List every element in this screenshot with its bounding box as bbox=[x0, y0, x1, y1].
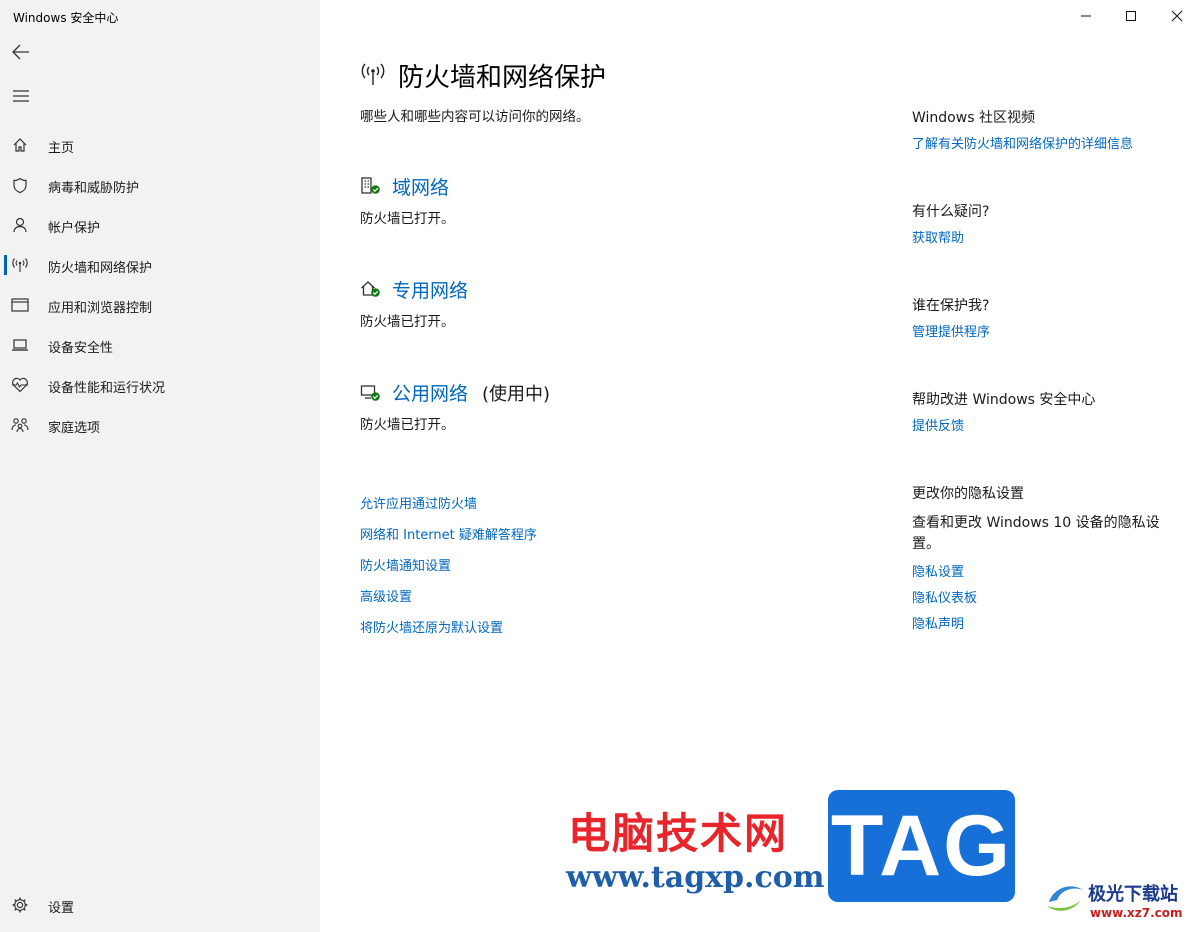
community-heading: Windows 社区视频 bbox=[912, 110, 1035, 126]
allow-app-link[interactable]: 允许应用通过防火墙 bbox=[360, 493, 477, 512]
gear-icon bbox=[11, 896, 29, 914]
public-network-in-use: (使用中) bbox=[482, 384, 551, 405]
sidebar-item-label: 主页 bbox=[48, 141, 75, 156]
sidebar-item-app-browser-control[interactable]: 应用和浏览器控制 bbox=[0, 287, 320, 323]
sidebar-item-label: 应用和浏览器控制 bbox=[48, 301, 153, 316]
sidebar-item-account-protection[interactable]: 帐户保护 bbox=[0, 207, 320, 243]
watermark-site-name: 电脑技术网 bbox=[568, 809, 789, 858]
back-arrow-icon bbox=[12, 44, 29, 60]
privacy-statement-link[interactable]: 隐私声明 bbox=[912, 613, 964, 632]
sidebar-item-firewall[interactable]: 防火墙和网络保护 bbox=[0, 247, 320, 283]
sidebar-item-label: 设备性能和运行状况 bbox=[48, 381, 166, 396]
maximize-icon bbox=[1126, 11, 1136, 21]
privacy-dashboard-link[interactable]: 隐私仪表板 bbox=[912, 587, 977, 606]
antenna-icon bbox=[360, 62, 386, 90]
sidebar-item-label: 病毒和威胁防护 bbox=[48, 181, 140, 196]
private-network-link[interactable]: 专用网络 bbox=[392, 276, 468, 303]
public-network-icon bbox=[360, 384, 382, 406]
watermark-site-url: www.tagxp.com bbox=[566, 860, 825, 895]
watermark2-site-url: www.xz7.com bbox=[1090, 906, 1183, 920]
domain-network-status: 防火墙已打开。 bbox=[360, 211, 455, 227]
sidebar-item-family-options[interactable]: 家庭选项 bbox=[0, 407, 320, 443]
sidebar-item-label: 设备安全性 bbox=[48, 341, 114, 356]
privacy-settings-link[interactable]: 隐私设置 bbox=[912, 561, 964, 580]
question-heading: 有什么疑问? bbox=[912, 204, 990, 220]
home-icon bbox=[11, 136, 29, 154]
browser-window-icon bbox=[11, 296, 29, 314]
close-icon bbox=[1171, 10, 1183, 22]
watermark2-site-name: 极光下载站 bbox=[1088, 884, 1178, 905]
advanced-settings-link[interactable]: 高级设置 bbox=[360, 586, 412, 605]
sidebar-item-label: 设置 bbox=[48, 901, 75, 916]
protect-heading: 谁在保护我? bbox=[912, 298, 990, 314]
heart-pulse-icon bbox=[11, 376, 29, 394]
sidebar-item-label: 防火墙和网络保护 bbox=[48, 261, 153, 276]
domain-network-icon bbox=[360, 177, 382, 199]
hamburger-icon bbox=[13, 90, 29, 102]
page-title: 防火墙和网络保护 bbox=[398, 63, 607, 93]
public-network-status: 防火墙已打开。 bbox=[360, 417, 455, 433]
family-icon bbox=[11, 416, 29, 434]
sidebar-item-home[interactable]: 主页 bbox=[0, 127, 320, 163]
minimize-button[interactable] bbox=[1063, 0, 1109, 32]
back-button[interactable] bbox=[8, 41, 34, 63]
get-help-link[interactable]: 获取帮助 bbox=[912, 227, 964, 246]
domain-network-link[interactable]: 域网络 bbox=[392, 173, 449, 200]
shield-icon bbox=[11, 176, 29, 194]
private-network-icon bbox=[360, 280, 382, 302]
privacy-heading: 更改你的隐私设置 bbox=[912, 486, 1024, 502]
privacy-description: 查看和更改 Windows 10 设备的隐私设置。 bbox=[912, 515, 1160, 552]
page-description: 哪些人和哪些内容可以访问你的网络。 bbox=[360, 109, 590, 125]
sidebar-item-label: 家庭选项 bbox=[48, 421, 101, 436]
active-indicator bbox=[4, 255, 7, 275]
sidebar-item-virus-protection[interactable]: 病毒和威胁防护 bbox=[0, 167, 320, 203]
sidebar: Windows 安全中心 主页 病毒和威胁防护 帐户保护 防火墙和网络保护 应用… bbox=[0, 0, 320, 932]
sidebar-item-device-performance[interactable]: 设备性能和运行状况 bbox=[0, 367, 320, 403]
swirl-logo-icon bbox=[1043, 876, 1087, 920]
private-network-status: 防火墙已打开。 bbox=[360, 314, 455, 330]
community-link[interactable]: 了解有关防火墙和网络保护的详细信息 bbox=[912, 133, 1133, 152]
restore-defaults-link[interactable]: 将防火墙还原为默认设置 bbox=[360, 617, 503, 636]
watermark-tag-text: TAG bbox=[830, 797, 1013, 894]
menu-button[interactable] bbox=[8, 85, 34, 107]
maximize-button[interactable] bbox=[1108, 0, 1154, 32]
sidebar-item-settings[interactable]: 设置 bbox=[0, 887, 320, 923]
improve-heading: 帮助改进 Windows 安全中心 bbox=[912, 392, 1096, 408]
person-icon bbox=[11, 216, 29, 234]
close-button[interactable] bbox=[1154, 0, 1200, 32]
public-network-link[interactable]: 公用网络 bbox=[392, 379, 468, 406]
watermark-tag-logo: TAG bbox=[828, 790, 1015, 902]
sidebar-item-device-security[interactable]: 设备安全性 bbox=[0, 327, 320, 363]
laptop-icon bbox=[11, 336, 29, 354]
manage-providers-link[interactable]: 管理提供程序 bbox=[912, 321, 990, 340]
notification-settings-link[interactable]: 防火墙通知设置 bbox=[360, 555, 451, 574]
feedback-link[interactable]: 提供反馈 bbox=[912, 415, 964, 434]
sidebar-item-label: 帐户保护 bbox=[48, 221, 101, 236]
antenna-icon bbox=[11, 256, 29, 274]
app-title: Windows 安全中心 bbox=[13, 11, 119, 25]
minimize-icon bbox=[1081, 15, 1091, 17]
troubleshooter-link[interactable]: 网络和 Internet 疑难解答程序 bbox=[360, 524, 537, 543]
